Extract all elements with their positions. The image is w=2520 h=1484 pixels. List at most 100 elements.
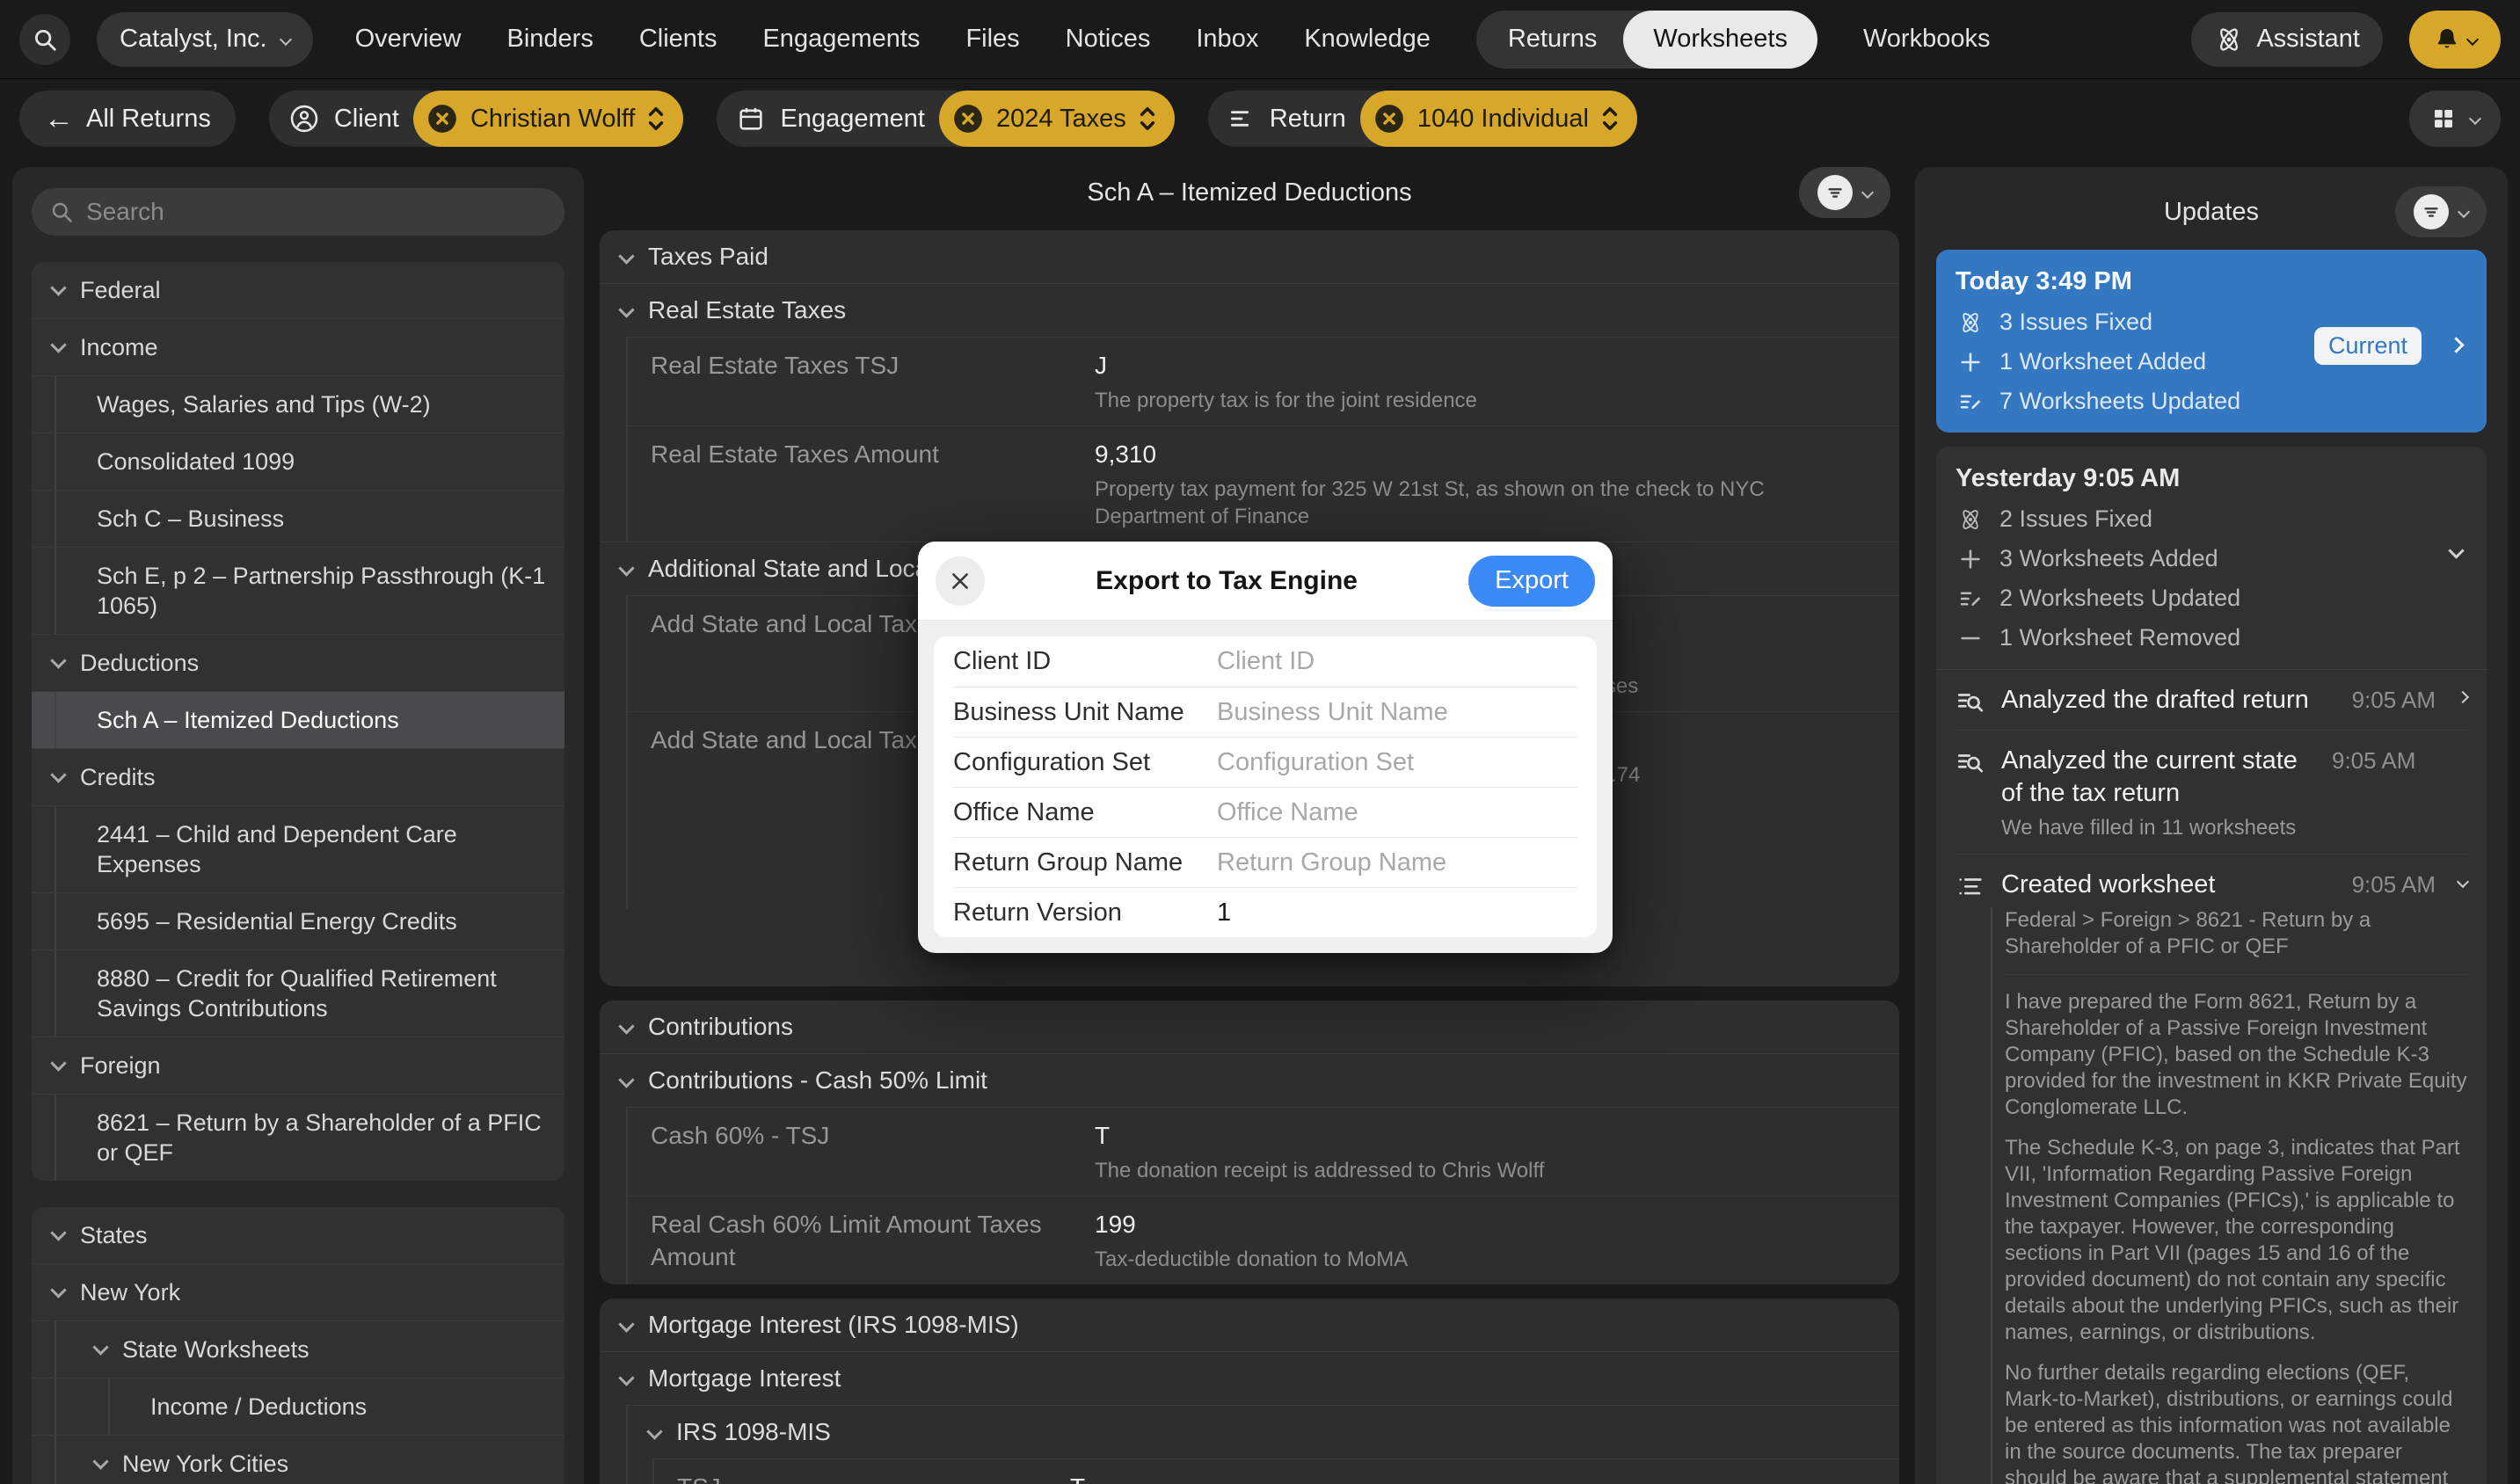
sidebar-item-8621[interactable]: 8621 – Return by a Shareholder of a PFIC… — [32, 1094, 564, 1181]
client-filter-label: Client — [334, 105, 399, 134]
sidebar-item-federal[interactable]: Federal — [32, 262, 564, 318]
sidebar-item-income[interactable]: Income — [32, 318, 564, 375]
modal-body: Client ID Client ID Business Unit Name B… — [918, 621, 1613, 953]
sidebar-item-deductions[interactable]: Deductions — [32, 634, 564, 691]
field-value[interactable]: T — [1070, 1471, 1875, 1484]
section-mortgage-interest[interactable]: Mortgage Interest — [600, 1351, 1899, 1405]
indent-guide — [55, 1095, 56, 1181]
sidebar-item-foreign[interactable]: Foreign — [32, 1037, 564, 1094]
field-value[interactable]: 9,310 — [1095, 438, 1875, 470]
sidebar-item-credits[interactable]: Credits — [32, 748, 564, 805]
field-row[interactable]: Real Cash 60% Limit Amount Taxes Amount … — [628, 1196, 1899, 1284]
export-button[interactable]: Export — [1468, 556, 1595, 607]
sidebar-item-8880[interactable]: 8880 – Credit for Qualified Retirement S… — [32, 949, 564, 1037]
sidebar-item-states[interactable]: States — [32, 1207, 564, 1263]
nav-item-inbox[interactable]: Inbox — [1196, 25, 1258, 54]
section-mortgage-1098[interactable]: Mortgage Interest (IRS 1098-MIS) — [600, 1298, 1899, 1351]
search-input[interactable] — [86, 198, 547, 226]
field-row[interactable]: Cash 60% - TSJ TThe donation receipt is … — [628, 1108, 1899, 1196]
client-id-field[interactable]: Client ID — [1217, 647, 1577, 676]
sidebar-item-5695[interactable]: 5695 – Residential Energy Credits — [32, 892, 564, 949]
field-value[interactable]: T — [1095, 1119, 1875, 1152]
list-lines-icon — [1227, 105, 1256, 133]
update-header: Yesterday 9:05 AM — [1956, 464, 2467, 493]
worksheet-filter-button[interactable] — [1799, 167, 1890, 218]
engagement-chip[interactable]: 2024 Taxes — [939, 91, 1175, 147]
toggle-worksheets[interactable]: Worksheets — [1623, 11, 1817, 69]
chevron-down-icon — [2469, 113, 2481, 125]
update-item[interactable]: Created worksheet 9:05 AM Federal > Fore… — [1956, 854, 2467, 1484]
section-contributions[interactable]: Contributions — [600, 1000, 1899, 1053]
field-value[interactable]: 199 — [1095, 1208, 1875, 1240]
nav-item-knowledge[interactable]: Knowledge — [1304, 25, 1431, 54]
global-search-button[interactable] — [19, 14, 70, 65]
return-filter-group: Return 1040 Individual — [1208, 91, 1637, 147]
nav-item-clients[interactable]: Clients — [639, 25, 717, 54]
configuration-set-field[interactable]: Configuration Set — [1217, 748, 1577, 777]
nav-item-workbooks[interactable]: Workbooks — [1863, 25, 1991, 54]
return-group-field[interactable]: Return Group Name — [1217, 848, 1577, 877]
org-name: Catalyst, Inc. — [120, 25, 267, 54]
section-taxes-paid[interactable]: Taxes Paid — [600, 230, 1899, 283]
nav-item-overview[interactable]: Overview — [355, 25, 462, 54]
section-contributions-cash[interactable]: Contributions - Cash 50% Limit — [600, 1053, 1899, 1107]
atom-icon — [1956, 309, 1985, 336]
toggle-returns[interactable]: Returns — [1476, 25, 1624, 54]
nav-item-files[interactable]: Files — [965, 25, 1019, 54]
atom-icon — [2214, 25, 2244, 55]
indent-guide — [55, 491, 56, 547]
updown-chevrons-icon — [1138, 105, 1157, 133]
update-today-card[interactable]: Today 3:49 PM 3 Issues Fixed 1 Worksheet… — [1936, 250, 2487, 433]
real-estate-fields: Real Estate Taxes TSJ JThe property tax … — [626, 337, 1899, 542]
sidebar-item-consolidated-1099[interactable]: Consolidated 1099 — [32, 433, 564, 490]
indent-guide — [55, 893, 56, 949]
sidebar-item-2441[interactable]: 2441 – Child and Dependent Care Expenses — [32, 805, 564, 892]
business-unit-field[interactable]: Business Unit Name — [1217, 698, 1577, 727]
notifications-button[interactable] — [2409, 11, 2501, 69]
sidebar-item-sch-c[interactable]: Sch C – Business — [32, 490, 564, 547]
field-row[interactable]: Real Estate Taxes TSJ JThe property tax … — [628, 338, 1899, 426]
nav-item-binders[interactable]: Binders — [506, 25, 593, 54]
tree-search — [32, 188, 564, 236]
chevron-down-icon — [618, 1370, 634, 1386]
sidebar-item-state-worksheets[interactable]: State Worksheets — [32, 1320, 564, 1378]
chevron-down-icon — [92, 1339, 108, 1355]
sidebar-item-sch-e[interactable]: Sch E, p 2 – Partnership Passthrough (K-… — [32, 547, 564, 634]
federal-tree-card: Federal Income Wages, Salaries and Tips … — [32, 262, 564, 1181]
section-real-estate-taxes[interactable]: Real Estate Taxes — [600, 283, 1899, 337]
list-edit-icon — [1956, 586, 1985, 612]
sidebar-item-income-deductions[interactable]: Income / Deductions — [32, 1378, 564, 1435]
updates-filter-button[interactable] — [2395, 186, 2487, 237]
remove-icon[interactable] — [951, 102, 985, 135]
top-nav: Catalyst, Inc. Overview Binders Clients … — [0, 0, 2520, 79]
field-row[interactable]: TSJ TThe Form 1098 is issued to Christia… — [654, 1459, 1899, 1484]
yesterday-summary[interactable]: Yesterday 9:05 AM 2 Issues Fixed 3 Works… — [1956, 464, 2467, 651]
layout-grid-button[interactable] — [2409, 91, 2501, 147]
update-item[interactable]: Analyzed the drafted return 9:05 AM — [1956, 670, 2467, 730]
client-chip[interactable]: Christian Wolff — [413, 91, 684, 147]
org-switcher[interactable]: Catalyst, Inc. — [97, 12, 313, 67]
calendar-icon — [736, 104, 766, 134]
all-returns-back-button[interactable]: ← All Returns — [19, 91, 236, 147]
section-irs-1098-mis[interactable]: IRS 1098-MIS — [628, 1406, 1899, 1459]
close-button[interactable] — [936, 556, 985, 606]
return-version-field[interactable]: 1 — [1217, 898, 1577, 928]
return-chip[interactable]: 1040 Individual — [1360, 91, 1637, 147]
assistant-button[interactable]: Assistant — [2191, 12, 2383, 67]
update-item[interactable]: Analyzed the current state of the tax re… — [1956, 730, 2467, 854]
sidebar-item-sch-a-selected[interactable]: Sch A – Itemized Deductions — [32, 691, 564, 748]
sidebar-item-new-york[interactable]: New York — [32, 1263, 564, 1320]
remove-icon[interactable] — [426, 102, 459, 135]
nav-item-engagements[interactable]: Engagements — [762, 25, 920, 54]
field-value[interactable]: J — [1095, 349, 1875, 382]
remove-icon[interactable] — [1373, 102, 1406, 135]
sidebar-item-new-york-cities[interactable]: New York Cities — [32, 1435, 564, 1484]
chevron-down-icon — [646, 1423, 662, 1439]
atom-icon — [1956, 506, 1985, 533]
bell-icon — [2433, 25, 2461, 54]
indent-guide — [55, 1321, 56, 1378]
nav-item-notices[interactable]: Notices — [1066, 25, 1151, 54]
office-name-field[interactable]: Office Name — [1217, 798, 1577, 827]
sidebar-item-wages-w2[interactable]: Wages, Salaries and Tips (W-2) — [32, 375, 564, 433]
field-row[interactable]: Real Estate Taxes Amount 9,310Property t… — [628, 426, 1899, 542]
